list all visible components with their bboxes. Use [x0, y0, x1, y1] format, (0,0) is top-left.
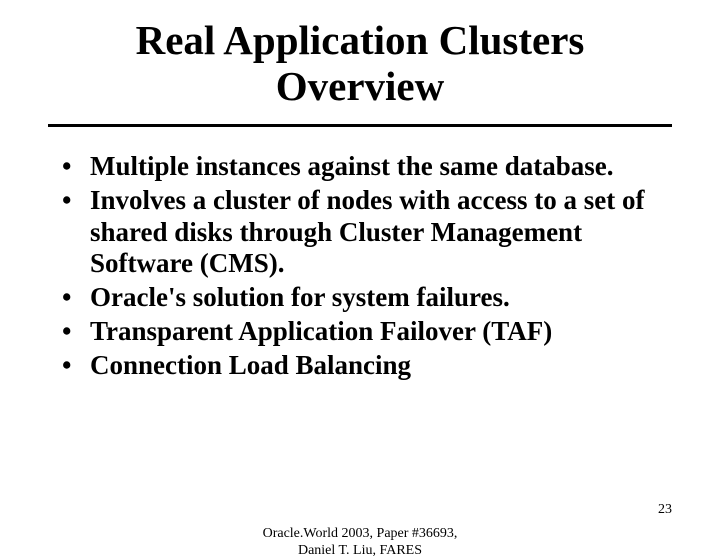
footer-center: Oracle.World 2003, Paper #36693, Daniel …: [180, 526, 540, 559]
slide: Real Application Clusters Overview Multi…: [0, 0, 720, 540]
footer-line-2: Daniel T. Liu, FARES: [298, 543, 422, 558]
bullet-text: Oracle's solution for system failures.: [90, 282, 510, 312]
title-line-1: Real Application Clusters: [136, 17, 585, 63]
title-line-2: Overview: [276, 63, 444, 109]
bullet-text: Connection Load Balancing: [90, 350, 411, 380]
bullet-text: Transparent Application Failover (TAF): [90, 316, 552, 346]
page-number: 23: [658, 502, 672, 518]
list-item: Oracle's solution for system failures.: [56, 282, 672, 314]
list-item: Transparent Application Failover (TAF): [56, 316, 672, 348]
footer-line-1: Oracle.World 2003, Paper #36693,: [263, 526, 458, 541]
bullet-text: Multiple instances against the same data…: [90, 151, 614, 181]
bullet-text: Involves a cluster of nodes with access …: [90, 185, 644, 279]
title-underline: [48, 124, 672, 127]
list-item: Involves a cluster of nodes with access …: [56, 185, 672, 281]
list-item: Connection Load Balancing: [56, 350, 672, 382]
slide-title: Real Application Clusters Overview: [48, 18, 672, 124]
bullet-list: Multiple instances against the same data…: [48, 151, 672, 382]
list-item: Multiple instances against the same data…: [56, 151, 672, 183]
